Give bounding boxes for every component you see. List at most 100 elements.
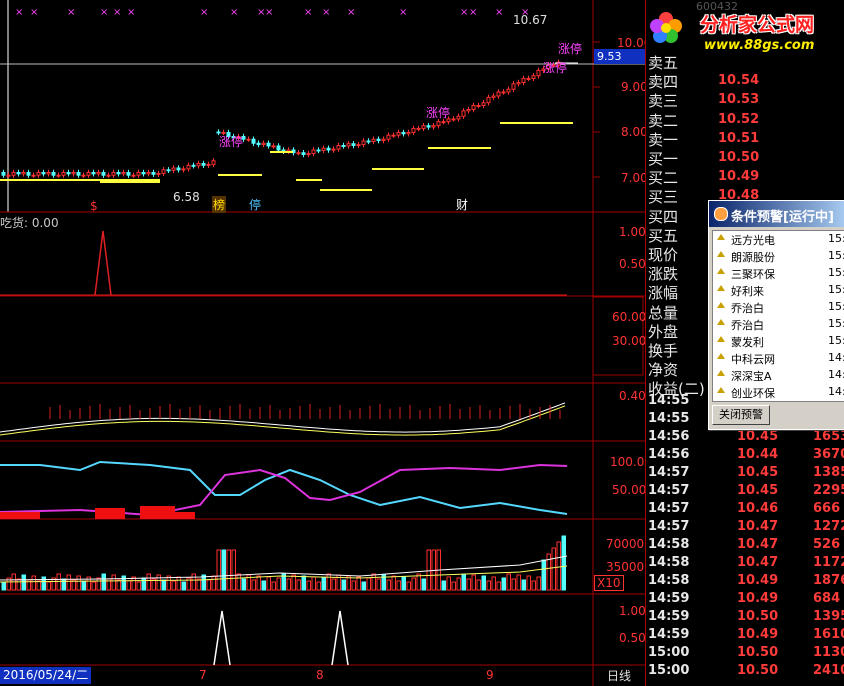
ind4-red-block — [95, 508, 125, 519]
tick-volume: 684 — [813, 591, 841, 606]
candle-body — [441, 121, 446, 124]
candle-body — [391, 134, 396, 137]
alert-item[interactable]: 好利来 15: — [713, 282, 844, 299]
price-axis-8: 8.00 — [621, 125, 648, 139]
alert-item[interactable]: 远方光电 15: — [713, 231, 844, 248]
candle-body — [86, 172, 91, 176]
candle-body — [426, 125, 431, 128]
candle-body — [486, 96, 491, 104]
candle-body — [21, 172, 26, 175]
volume-bar — [446, 576, 451, 591]
indicator3-plot — [0, 402, 566, 436]
ind4-red-block — [0, 512, 40, 519]
volume-bar — [111, 574, 116, 591]
close-alert-button[interactable]: 关闭预警 — [712, 405, 770, 425]
alert-stock-name: 三聚环保 — [731, 268, 775, 281]
candle-body — [256, 142, 261, 146]
alert-time: 14: — [828, 385, 844, 398]
volume-bar — [16, 578, 21, 591]
alert-item[interactable]: 乔治白 15: — [713, 316, 844, 333]
tick-volume: 1653 — [813, 429, 844, 444]
volume-bar — [236, 573, 241, 591]
indicator4-plot — [0, 460, 568, 519]
condition-alert-window[interactable]: 条件预警[运行中] 远方光电 15: 朗源股份 15: 三聚环保 15: 好利来 15: 乔治白… — [708, 200, 844, 430]
volume-bar — [1, 581, 6, 591]
candle-body — [91, 172, 96, 175]
ind4-red-block — [140, 506, 175, 519]
period-label[interactable]: 日线 — [607, 667, 631, 684]
tick-volume: 1876 — [813, 573, 844, 588]
volume-bar — [216, 549, 221, 591]
volume-bar — [416, 573, 421, 591]
tick-row: 14:57 10.47 1272 — [648, 519, 844, 537]
tick-time: 14:59 — [648, 609, 690, 624]
orderbook-row: 卖四 10.54 — [648, 71, 843, 92]
volume-bar — [191, 573, 196, 591]
candle-body — [31, 174, 36, 177]
tick-row: 14:58 10.47 1172 — [648, 555, 844, 573]
volume-bar — [441, 580, 446, 591]
tick-volume: 1130 — [813, 645, 844, 660]
volume-bar — [486, 580, 491, 591]
candle-body — [496, 91, 501, 97]
volume-bar — [66, 574, 71, 591]
candle-body — [336, 145, 341, 150]
tick-volume: 1395 — [813, 609, 844, 624]
volume-bar — [211, 575, 216, 591]
tick-time: 14:58 — [648, 573, 690, 588]
top-marker: × — [230, 7, 238, 18]
top-marker: × — [469, 7, 477, 18]
volume-bar — [561, 535, 566, 591]
candle-body — [511, 83, 516, 90]
tick-volume: 666 — [813, 501, 841, 516]
candle-body — [371, 138, 376, 142]
candle-body — [376, 138, 381, 142]
alert-item[interactable]: 朗源股份 15: — [713, 248, 844, 265]
tick-time: 14:57 — [648, 483, 690, 498]
marker-cai: 财 — [456, 198, 469, 212]
alert-item[interactable]: 蒙发利 15: — [713, 333, 844, 350]
alert-item[interactable]: 乔治白 15: — [713, 299, 844, 316]
tick-volume: 3670 — [813, 447, 844, 462]
candle-body — [396, 131, 401, 136]
volume-plot — [0, 535, 568, 591]
volume-bar — [406, 581, 411, 591]
tick-price: 10.47 — [737, 519, 779, 534]
orderbook-label: 现价 — [648, 246, 679, 264]
candle-body — [466, 109, 471, 112]
alert-item[interactable]: 深深宝A 14: — [713, 367, 844, 384]
alert-item[interactable]: 三聚环保 15: — [713, 265, 844, 282]
orderbook-label: 卖四 — [648, 73, 679, 92]
alert-item[interactable]: 中科云网 14: — [713, 350, 844, 367]
orderbook-value: 10.54 — [718, 73, 760, 89]
top-marker: × — [460, 7, 468, 18]
alert-stock-name: 深深宝A — [731, 370, 772, 383]
candle-body — [111, 172, 116, 176]
alert-time: 15: — [828, 232, 844, 245]
ind4-red-block — [175, 512, 195, 519]
top-marker: × — [265, 7, 273, 18]
alert-time: 14: — [828, 368, 844, 381]
volume-bar — [286, 578, 291, 591]
candle-body — [431, 125, 436, 128]
alert-list[interactable]: 远方光电 15: 朗源股份 15: 三聚环保 15: 好利来 15: 乔治白 15: 乔治白 15: 蒙… — [712, 230, 844, 402]
volume-bar — [521, 579, 526, 591]
indicator1-title: 吃货: 0.00 — [0, 216, 59, 230]
logo-title: 分析家公式网 — [700, 14, 815, 36]
tick-time: 14:57 — [648, 519, 690, 534]
alert-item[interactable]: 创业环保 14: — [713, 384, 844, 401]
candle-body — [326, 147, 331, 151]
tick-volume: 2295 — [813, 483, 844, 498]
tick-row: 14:58 10.49 1876 — [648, 573, 844, 591]
tick-price: 10.45 — [737, 429, 779, 444]
volume-bar — [181, 581, 186, 591]
candle-body — [76, 172, 81, 176]
candle-body — [351, 143, 356, 146]
indicator1-plot — [0, 230, 567, 296]
ind4-axis-100: 100.0 — [610, 455, 645, 469]
alert-time: 15: — [828, 334, 844, 347]
volume-bar — [271, 581, 276, 591]
volume-bar — [61, 578, 66, 591]
alert-title-bar[interactable]: 条件预警[运行中] — [709, 201, 844, 227]
up-arrow-icon — [717, 319, 725, 325]
